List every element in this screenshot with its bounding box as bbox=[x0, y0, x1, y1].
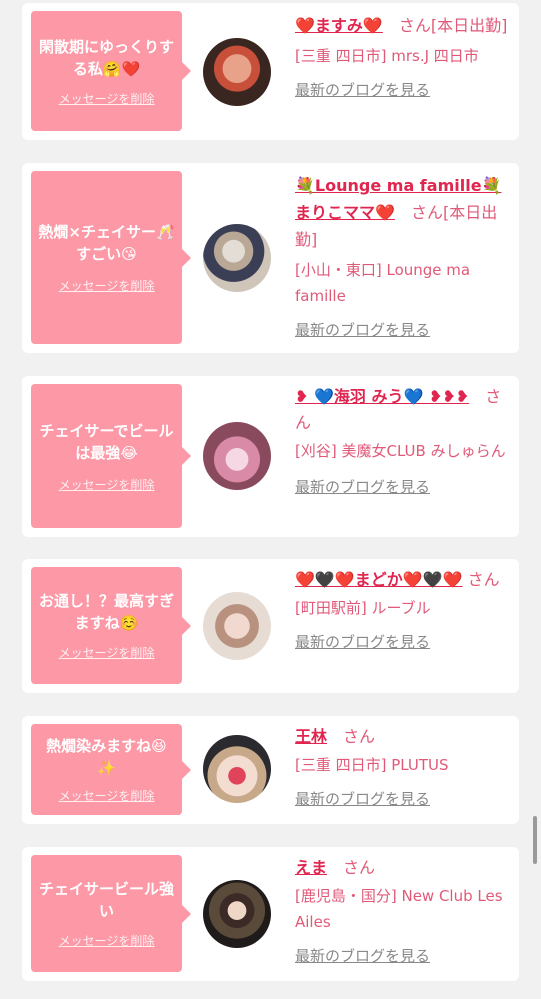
message-bubble: チェイサーでビールは最強😂 メッセージを削除 bbox=[31, 384, 191, 528]
message-text: 熱燗染みますね😆✨ bbox=[46, 737, 167, 777]
latest-blog-link[interactable]: 最新のブログを見る bbox=[295, 79, 515, 100]
scrollbar[interactable] bbox=[533, 816, 537, 864]
message-text: お通し！？最高すぎますね☺️ bbox=[38, 592, 174, 632]
shop-label: [三重 四日市] mrs.J 四日市 bbox=[295, 47, 479, 65]
message-card: お通し！？最高すぎますね☺️ メッセージを削除 ❤️🖤❤️まどか❤️🖤❤️ さん… bbox=[22, 559, 519, 693]
profile-info: ❥ 💙海羽 みう💙 ❥❥❥ さん [刈谷] 美魔女CLUB みしゅらん 最新のブ… bbox=[295, 384, 515, 497]
message-text: チェイサーでビールは最強😂 bbox=[39, 421, 174, 462]
message-bubble: チェイサービール強い メッセージを削除 bbox=[31, 855, 191, 972]
avatar[interactable] bbox=[203, 422, 271, 490]
shop-label: [三重 四日市] PLUTUS bbox=[295, 756, 449, 774]
message-text: チェイサービール強い bbox=[38, 880, 174, 920]
latest-blog-link[interactable]: 最新のブログを見る bbox=[295, 945, 515, 966]
delete-message-link[interactable]: メッセージを削除 bbox=[59, 787, 155, 804]
latest-blog-link[interactable]: 最新のブログを見る bbox=[295, 631, 515, 652]
delete-message-link[interactable]: メッセージを削除 bbox=[59, 644, 155, 661]
honorific-status: さん bbox=[343, 727, 376, 746]
avatar[interactable] bbox=[203, 880, 271, 948]
latest-blog-link[interactable]: 最新のブログを見る bbox=[295, 476, 515, 497]
cast-name-link[interactable]: 王林 bbox=[295, 727, 327, 746]
message-text: 閑散期にゆっくりする私🤗❤️ bbox=[38, 37, 174, 78]
message-card: 熱燗染みますね😆✨ メッセージを削除 王林 さん [三重 四日市] PLUTUS… bbox=[22, 716, 519, 824]
profile-info: 王林 さん [三重 四日市] PLUTUS 最新のブログを見る bbox=[295, 724, 515, 809]
honorific-status: さん bbox=[343, 858, 376, 877]
latest-blog-link[interactable]: 最新のブログを見る bbox=[295, 319, 515, 340]
profile-info: えま さん [鹿児島・国分] New Club Les Ailes 最新のブログ… bbox=[295, 855, 515, 966]
cast-name-link[interactable]: ❤️ますみ❤️ bbox=[295, 16, 383, 35]
profile-info: ❤️ますみ❤️ さん[本日出勤] [三重 四日市] mrs.J 四日市 最新のブ… bbox=[295, 13, 515, 100]
shop-label: [刈谷] 美魔女CLUB みしゅらん bbox=[295, 442, 506, 460]
message-bubble: お通し！？最高すぎますね☺️ メッセージを削除 bbox=[31, 567, 191, 684]
message-bubble: 閑散期にゆっくりする私🤗❤️ メッセージを削除 bbox=[31, 11, 191, 131]
cast-name-link[interactable]: ❤️🖤❤️まどか❤️🖤❤️ bbox=[295, 570, 463, 589]
profile-info: 💐Lounge ma famille💐 まりこママ❤️ さん[本日出勤] [小山… bbox=[295, 172, 515, 340]
message-text: 熱燗×チェイサー🥂すごい😘 bbox=[38, 223, 175, 263]
delete-message-link[interactable]: メッセージを削除 bbox=[59, 90, 155, 107]
shop-label: [鹿児島・国分] New Club Les Ailes bbox=[295, 887, 503, 931]
avatar[interactable] bbox=[203, 224, 271, 292]
honorific-status: さん[本日出勤] bbox=[398, 16, 508, 35]
avatar[interactable] bbox=[203, 38, 271, 106]
message-card: チェイサーでビールは最強😂 メッセージを削除 ❥ 💙海羽 みう💙 ❥❥❥ さん … bbox=[22, 376, 519, 537]
delete-message-link[interactable]: メッセージを削除 bbox=[59, 932, 155, 949]
profile-info: ❤️🖤❤️まどか❤️🖤❤️ さん [町田駅前] ルーブル 最新のブログを見る bbox=[295, 567, 515, 652]
latest-blog-link[interactable]: 最新のブログを見る bbox=[295, 788, 515, 809]
message-bubble: 熱燗×チェイサー🥂すごい😘 メッセージを削除 bbox=[31, 171, 191, 344]
honorific-status: さん bbox=[467, 570, 500, 589]
message-card: 熱燗×チェイサー🥂すごい😘 メッセージを削除 💐Lounge ma famill… bbox=[22, 163, 519, 353]
shop-label: [町田駅前] ルーブル bbox=[295, 599, 431, 617]
delete-message-link[interactable]: メッセージを削除 bbox=[59, 476, 155, 493]
message-card: チェイサービール強い メッセージを削除 えま さん [鹿児島・国分] New C… bbox=[22, 847, 519, 981]
cast-name-link[interactable]: ❥ 💙海羽 みう💙 ❥❥❥ bbox=[295, 387, 469, 406]
shop-label: [小山・東口] Lounge ma famille bbox=[295, 261, 471, 305]
avatar[interactable] bbox=[203, 735, 271, 803]
delete-message-link[interactable]: メッセージを削除 bbox=[59, 277, 155, 294]
avatar[interactable] bbox=[203, 592, 271, 660]
message-bubble: 熱燗染みますね😆✨ メッセージを削除 bbox=[31, 724, 191, 815]
message-card: 閑散期にゆっくりする私🤗❤️ メッセージを削除 ❤️ますみ❤️ さん[本日出勤]… bbox=[22, 3, 519, 140]
cast-name-link[interactable]: えま bbox=[295, 858, 327, 877]
